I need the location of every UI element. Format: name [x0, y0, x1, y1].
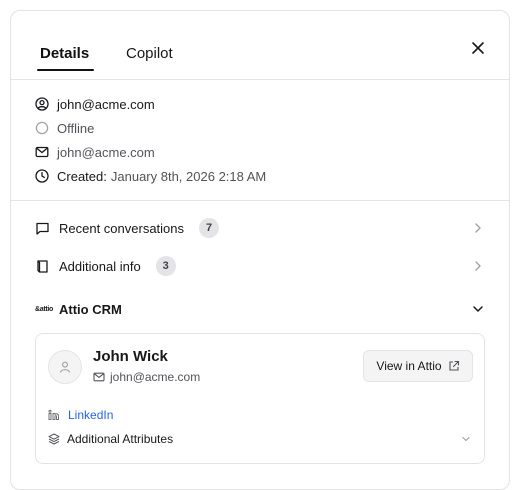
layers-icon — [48, 433, 60, 445]
additional-info-label: Additional info — [59, 258, 141, 274]
tab-copilot-label: Copilot — [126, 45, 173, 62]
close-icon[interactable] — [469, 39, 487, 57]
chevron-right-icon[interactable] — [471, 259, 485, 273]
mail-icon — [35, 146, 49, 158]
additional-attributes-label: Additional Attributes — [67, 432, 174, 446]
clock-icon — [35, 169, 49, 183]
user-circle-icon — [35, 97, 49, 111]
tab-details[interactable]: Details — [37, 45, 95, 71]
contact-details-panel: Details Copilot john@acme.com Offline jo… — [10, 10, 510, 490]
crm-contact-card: John Wick john@acme.com View in Attio Li… — [35, 333, 485, 464]
active-tab-indicator — [37, 69, 95, 71]
offline-status-icon — [35, 121, 49, 135]
mail-icon — [93, 372, 105, 382]
linkedin-icon — [48, 409, 59, 420]
crm-contact-name: John Wick — [93, 348, 168, 365]
linkedin-label: LinkedIn — [68, 408, 114, 422]
created-row: Created: January 8th, 2026 2:18 AM — [35, 167, 266, 185]
email-row: john@acme.com — [35, 143, 155, 161]
view-in-attio-label: View in Attio — [376, 359, 442, 373]
tab-copilot[interactable]: Copilot — [126, 45, 173, 62]
username-text: john@acme.com — [57, 96, 155, 112]
recent-conversations-count-badge: 7 — [199, 218, 220, 238]
clipboard-icon — [37, 259, 48, 273]
view-in-attio-button[interactable]: View in Attio — [363, 350, 473, 382]
status-text: Offline — [57, 120, 95, 136]
recent-conversations-row[interactable]: Recent conversations 7 — [35, 217, 485, 239]
username-row: john@acme.com — [35, 95, 155, 113]
status-row: Offline — [35, 119, 94, 137]
recent-conversations-label: Recent conversations — [59, 220, 185, 236]
message-square-icon — [36, 222, 49, 235]
crm-contact-email: john@acme.com — [93, 370, 200, 384]
user-icon — [60, 361, 70, 373]
attio-logo: &attio — [35, 305, 54, 313]
tab-details-label: Details — [40, 45, 90, 62]
additional-info-count-badge: 3 — [155, 256, 176, 276]
chevron-down-icon[interactable] — [471, 302, 485, 316]
tab-bar: Details Copilot — [11, 11, 509, 80]
external-link-icon — [449, 360, 459, 371]
additional-info-row[interactable]: Additional info 3 — [35, 255, 485, 277]
created-value: January 8th, 2026 2:18 AM — [110, 168, 267, 184]
additional-attributes-row[interactable]: Additional Attributes — [48, 432, 472, 446]
avatar — [48, 350, 82, 384]
chevron-down-icon[interactable] — [460, 433, 472, 445]
chevron-right-icon[interactable] — [471, 221, 485, 235]
linkedin-link[interactable]: LinkedIn — [48, 408, 113, 422]
attio-crm-label: Attio CRM — [59, 301, 122, 317]
created-label: Created: — [57, 168, 107, 184]
contact-info-section: john@acme.com Offline john@acme.com Crea… — [11, 80, 509, 201]
crm-contact-email-text: john@acme.com — [110, 370, 201, 384]
attio-crm-section-header[interactable]: &attio Attio CRM — [35, 298, 485, 320]
email-text[interactable]: john@acme.com — [57, 145, 155, 160]
